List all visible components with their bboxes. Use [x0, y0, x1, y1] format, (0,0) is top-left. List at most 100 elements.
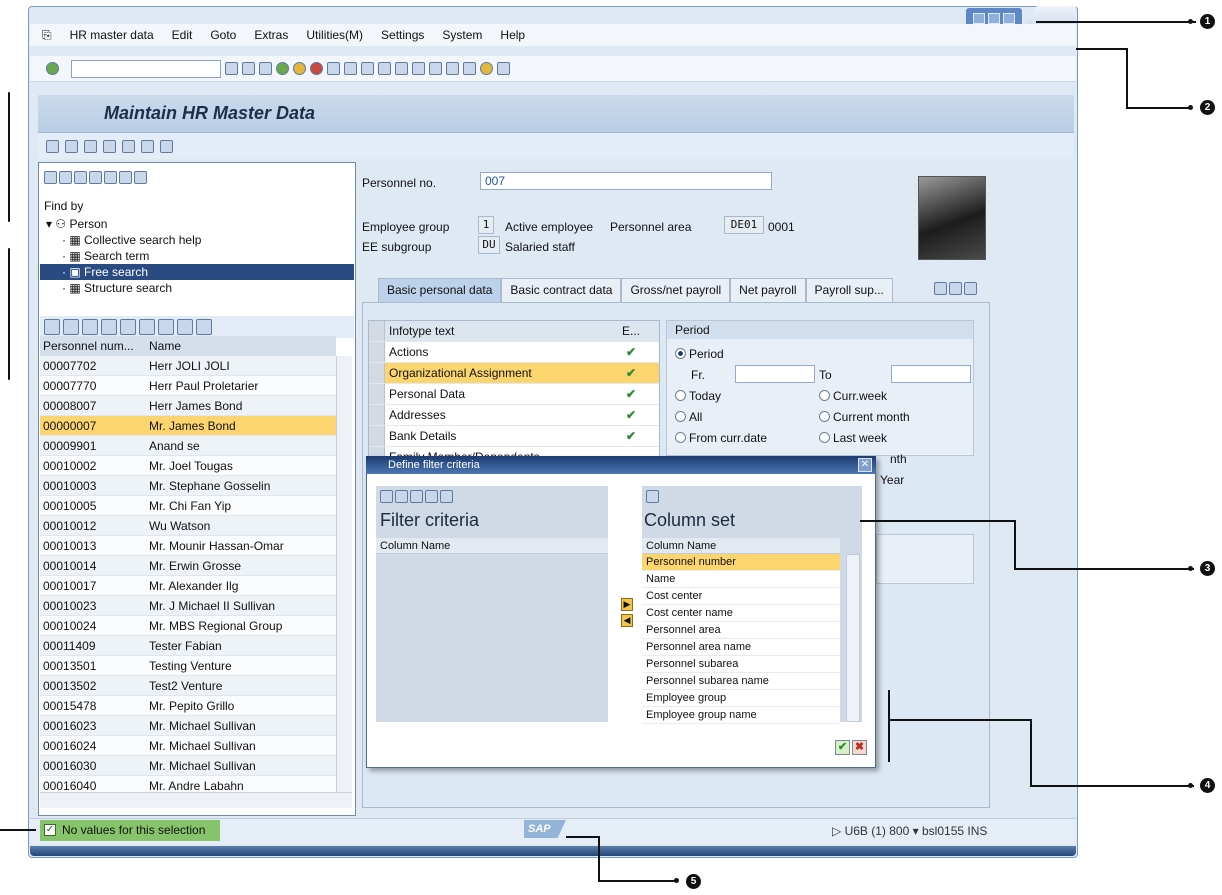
last-page-icon[interactable] [429, 62, 442, 75]
help-icon[interactable] [480, 62, 493, 75]
add-column-icon[interactable]: ▶ [621, 598, 633, 611]
search-icon[interactable] [74, 170, 87, 184]
details-icon[interactable] [44, 319, 60, 335]
radio-curr-week[interactable]: Curr.week [819, 389, 887, 403]
table-row[interactable]: 00016024 Mr. Michael Sullivan [40, 736, 336, 756]
tab-list-icon[interactable] [964, 282, 977, 295]
back-icon[interactable] [276, 62, 289, 75]
collapse-icon[interactable] [134, 170, 147, 184]
system-dropdown-icon[interactable]: ▾ [913, 824, 919, 838]
to-date-input[interactable] [891, 365, 971, 383]
refresh-icon[interactable] [63, 319, 79, 335]
person-icon[interactable] [160, 139, 173, 153]
layout-menu-icon[interactable] [497, 62, 510, 75]
radio-today[interactable]: Today [675, 389, 721, 403]
tab-scroll-left-icon[interactable] [934, 282, 947, 295]
change-icon[interactable] [65, 139, 78, 153]
column-set-item[interactable]: Personnel number [642, 554, 840, 571]
column-set-icon[interactable] [646, 490, 659, 503]
tree-node-person[interactable]: ▾ ⚇ Person [40, 216, 354, 232]
list-horizontal-scrollbar[interactable] [40, 792, 352, 808]
infotype-row[interactable]: Actions ✔ [369, 342, 659, 363]
list-icon[interactable] [89, 170, 102, 184]
remove-column-icon[interactable]: ◀ [621, 614, 633, 627]
print-icon[interactable] [327, 62, 340, 75]
table-row[interactable]: 00010014 Mr. Erwin Grosse [40, 556, 336, 576]
menu-extras[interactable]: Extras [254, 28, 288, 42]
table-row[interactable]: 00013502 Test2 Venture [40, 676, 336, 696]
row-marker[interactable] [369, 426, 385, 446]
infotype-row[interactable]: Bank Details ✔ [369, 426, 659, 447]
move-bottom-icon[interactable] [440, 490, 453, 503]
prev-icon[interactable] [44, 170, 57, 184]
tab-scroll-right-icon[interactable] [949, 282, 962, 295]
enter-icon[interactable] [46, 62, 59, 75]
column-set-item[interactable]: Cost center name [642, 605, 840, 622]
confirm-icon[interactable]: ✔ [835, 740, 850, 755]
table-row[interactable]: 00010003 Mr. Stephane Gosselin [40, 476, 336, 496]
find-next-icon[interactable] [361, 62, 374, 75]
sort-ascending-icon[interactable] [82, 319, 98, 335]
tab-gross-net-payroll[interactable]: Gross/net payroll [621, 278, 731, 302]
table-row[interactable]: 00016040 Mr. Andre Labahn [40, 776, 336, 792]
layout-icon[interactable] [177, 319, 193, 335]
column-set-item[interactable]: Employee group [642, 690, 840, 707]
first-page-icon[interactable] [378, 62, 391, 75]
expand-icon[interactable] [119, 170, 132, 184]
maximize-icon[interactable] [988, 12, 1000, 24]
command-dropdown-icon[interactable] [225, 62, 238, 75]
row-marker[interactable] [369, 363, 385, 383]
column-set-item[interactable]: Personnel subarea name [642, 673, 840, 690]
tree-item-free-search[interactable]: · ▣ Free search [40, 264, 354, 280]
radio-last-week[interactable]: Last week [819, 431, 887, 445]
next-icon[interactable] [59, 170, 72, 184]
table-row[interactable]: 00000007 Mr. James Bond [40, 416, 336, 436]
table-row[interactable]: 00015478 Mr. Pepito Grillo [40, 696, 336, 716]
radio-from-curr-date[interactable]: From curr.date [675, 431, 767, 445]
save-icon[interactable] [259, 62, 272, 75]
column-set-item[interactable]: Personnel subarea [642, 656, 840, 673]
tab-basic-personal-data[interactable]: Basic personal data [378, 278, 502, 302]
move-up-icon[interactable] [395, 490, 408, 503]
infotype-row[interactable]: Addresses ✔ [369, 405, 659, 426]
list-vertical-scrollbar[interactable] [336, 356, 352, 792]
table-row[interactable]: 00013501 Testing Venture [40, 656, 336, 676]
row-marker[interactable] [369, 342, 385, 362]
menu-hr-master-data[interactable]: HR master data [70, 28, 154, 42]
from-date-input[interactable] [735, 365, 815, 383]
row-marker[interactable] [369, 384, 385, 404]
column-icon[interactable] [380, 490, 393, 503]
menu-edit[interactable]: Edit [172, 28, 193, 42]
column-set-item[interactable]: Cost center [642, 588, 840, 605]
menu-icon[interactable]: ⎘ [42, 28, 52, 43]
select-all-marker[interactable] [369, 321, 385, 341]
table-row[interactable]: 00016023 Mr. Michael Sullivan [40, 716, 336, 736]
col-name[interactable]: Name [146, 336, 336, 356]
filter-criteria-list[interactable] [376, 554, 608, 722]
radio-period[interactable]: Period [675, 347, 724, 361]
shortcut-icon[interactable] [463, 62, 476, 75]
menu-goto[interactable]: Goto [210, 28, 236, 42]
column-set-scrollbar[interactable] [846, 554, 860, 722]
table-row[interactable]: 00009901 Anand se [40, 436, 336, 456]
col-personnel-number[interactable]: Personnel num... [40, 336, 146, 356]
table-row[interactable]: 00016030 Mr. Michael Sullivan [40, 756, 336, 776]
display-icon[interactable] [84, 139, 97, 153]
new-session-icon[interactable] [446, 62, 459, 75]
tab-payroll-sup[interactable]: Payroll sup... [805, 278, 893, 302]
detail-icon[interactable] [104, 170, 117, 184]
copy-icon[interactable] [103, 139, 116, 153]
sort-descending-icon[interactable] [101, 319, 117, 335]
infotype-row[interactable]: Organizational Assignment ✔ [369, 363, 659, 384]
command-field[interactable] [71, 59, 221, 78]
radio-all[interactable]: All [675, 410, 702, 424]
tab-net-payroll[interactable]: Net payroll [730, 278, 806, 302]
find-icon[interactable] [344, 62, 357, 75]
export-icon[interactable] [196, 319, 212, 335]
exit-icon[interactable] [293, 62, 306, 75]
close-window-icon[interactable] [1003, 12, 1015, 24]
cancel-icon[interactable] [310, 62, 323, 75]
menu-help[interactable]: Help [500, 28, 525, 42]
create-icon[interactable] [46, 139, 59, 153]
table-row[interactable]: 00010012 Wu Watson [40, 516, 336, 536]
